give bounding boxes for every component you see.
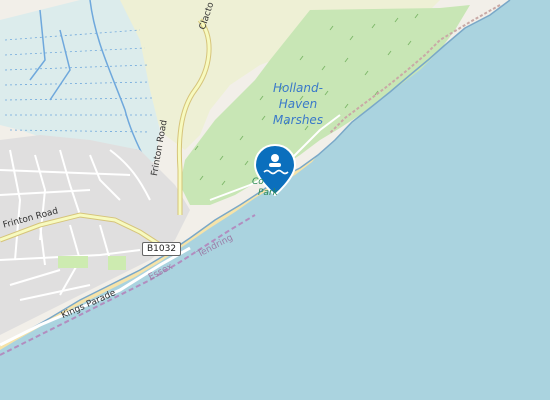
country-park-label-line2: Park (258, 188, 278, 198)
country-park-label-line1: Co (252, 177, 264, 187)
marshes-label-line2: Haven (278, 97, 318, 111)
country-park-label: Co Park (252, 177, 278, 199)
marshes-label: Holland- Haven Marshes (272, 80, 324, 128)
route-badge-b1032[interactable]: B1032 (142, 242, 182, 256)
marshes-label-line3: Marshes (272, 113, 324, 127)
park-patch-2 (108, 256, 126, 270)
map-canvas[interactable] (0, 0, 550, 400)
marshes-label-line1: Holland- (273, 81, 323, 95)
park-patch (58, 256, 88, 268)
